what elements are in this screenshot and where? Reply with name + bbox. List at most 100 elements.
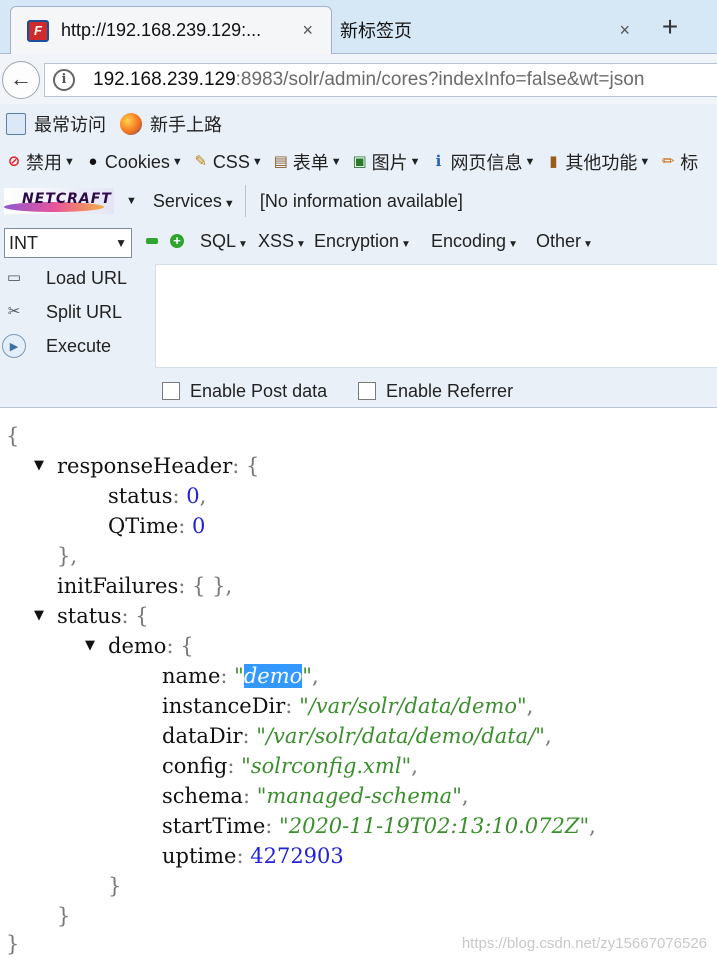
enable-post-data-checkbox[interactable]: Enable Post data xyxy=(162,378,327,404)
devbar-label: 表单 xyxy=(292,153,329,173)
json-viewer: { ▼ responseHeader: { status: 0, QTime: … xyxy=(0,408,717,960)
chevron-down-icon: ▼ xyxy=(171,156,183,168)
play-icon: ▶ xyxy=(2,334,26,358)
hackbar-url-textarea[interactable] xyxy=(155,264,717,368)
chevron-down-icon: ▼ xyxy=(524,156,536,168)
menu-label: Other xyxy=(536,231,582,251)
json-line-status-close: } xyxy=(57,904,71,928)
collapse-toggle-icon[interactable]: ▼ xyxy=(85,638,95,653)
json-line-name: name: "demo", xyxy=(162,664,319,688)
site-info-icon[interactable]: i xyxy=(53,69,75,91)
navigation-bar: ← i 192.168.239.129:8983/solr/admin/core… xyxy=(0,54,717,104)
tab-close-icon[interactable]: × xyxy=(619,20,630,41)
tab-title: http://192.168.239.129:... xyxy=(61,20,262,40)
checkbox-label: Enable Referrer xyxy=(386,380,514,401)
netcraft-toolbar: NETCRAFT ▼ Services ▼ [No information ava… xyxy=(0,180,717,222)
new-tab-button[interactable]: + xyxy=(650,10,690,46)
execute-button[interactable]: ▶ Execute xyxy=(0,329,150,363)
enable-referrer-checkbox[interactable]: Enable Referrer xyxy=(358,378,513,404)
split-url-button[interactable]: ✂ Split URL xyxy=(0,295,150,329)
hackbar-menu-encryption[interactable]: Encryption ▼ xyxy=(314,231,411,252)
page-icon xyxy=(6,113,26,135)
services-label: Services xyxy=(152,190,222,211)
json-line-uptime: uptime: 4272903 xyxy=(162,844,344,868)
book-icon: ▮ xyxy=(549,153,558,170)
url-bar[interactable]: i 192.168.239.129:8983/solr/admin/cores?… xyxy=(44,63,717,97)
devbar-disable[interactable]: ⊘ 禁用 ▼ xyxy=(4,149,75,175)
chevron-down-icon: ▼ xyxy=(238,239,248,250)
menu-label: Encryption xyxy=(314,231,400,251)
collapse-toggle-icon[interactable]: ▼ xyxy=(34,608,44,623)
selected-text: demo xyxy=(243,664,303,688)
checkbox-box[interactable] xyxy=(162,382,180,400)
checkbox-label: Enable Post data xyxy=(190,380,328,401)
devbar-page-info[interactable]: ℹ 网页信息 ▼ xyxy=(429,149,536,175)
netcraft-logo-text: NETCRAFT xyxy=(22,191,112,207)
increment-icon[interactable]: + xyxy=(170,234,184,248)
devbar-label: 其他功能 xyxy=(565,153,638,173)
bookmark-most-visited[interactable]: 最常访问 xyxy=(6,111,106,137)
hackbar-menu-other[interactable]: Other ▼ xyxy=(536,231,593,252)
hackbar-type-select[interactable]: INT ▼ xyxy=(4,228,132,258)
decrement-icon[interactable] xyxy=(146,238,158,244)
chevron-down-icon: ▼ xyxy=(330,156,342,168)
user-icon: ● xyxy=(88,153,98,170)
devbar-cookies[interactable]: ● Cookies ▼ xyxy=(83,152,183,173)
hackbar-menu-xss[interactable]: XSS ▼ xyxy=(258,231,306,252)
json-line-status-object: status: { xyxy=(57,604,149,628)
chevron-down-icon: ▼ xyxy=(251,156,263,168)
back-button[interactable]: ← xyxy=(2,61,40,99)
toolbar-divider xyxy=(244,185,246,217)
chevron-down-icon: ▼ xyxy=(508,239,518,250)
json-root-open: { xyxy=(6,424,20,448)
netcraft-logo[interactable]: NETCRAFT xyxy=(4,188,114,214)
netcraft-menu-arrow-icon[interactable]: ▼ xyxy=(126,195,137,207)
hackbar-menu-sql[interactable]: SQL ▼ xyxy=(200,231,248,252)
tab-close-icon[interactable]: × xyxy=(302,20,313,41)
chevron-down-icon: ▼ xyxy=(409,156,421,168)
tab-solr[interactable]: F http://192.168.239.129:... × xyxy=(10,6,332,54)
chevron-down-icon: ▼ xyxy=(639,156,651,168)
chevron-down-icon: ▼ xyxy=(401,239,411,250)
watermark: https://blog.csdn.net/zy15667076526 xyxy=(461,935,707,952)
firefox-icon xyxy=(120,113,142,135)
url-text[interactable]: 192.168.239.129:8983/solr/admin/cores?in… xyxy=(93,69,644,91)
checkbox-box[interactable] xyxy=(358,382,376,400)
devbar-images[interactable]: ▣ 图片 ▼ xyxy=(350,149,421,175)
json-line-instancedir: instanceDir: "/var/solr/data/demo", xyxy=(162,694,534,718)
devbar-css[interactable]: ✎ CSS ▼ xyxy=(191,152,263,173)
json-line-schema: schema: "managed-schema", xyxy=(162,784,469,808)
devbar-forms[interactable]: ▤ 表单 ▼ xyxy=(271,149,342,175)
chevron-down-icon: ▼ xyxy=(583,239,593,250)
menu-label: XSS xyxy=(258,231,295,251)
menu-label: Encoding xyxy=(431,231,507,251)
devbar-label: 标 xyxy=(680,153,699,173)
bookmark-label: 新手上路 xyxy=(150,115,222,135)
devbar-mark[interactable]: ✏ 标 xyxy=(658,149,698,175)
netcraft-site-info: [No information available] xyxy=(259,190,463,211)
chevron-down-icon: ▼ xyxy=(115,236,127,250)
split-url-label: Split URL xyxy=(46,301,123,322)
chevron-down-icon: ▼ xyxy=(296,239,306,250)
bookmark-getting-started[interactable]: 新手上路 xyxy=(120,111,222,137)
chevron-down-icon: ▼ xyxy=(64,156,75,168)
tab-new-tab-page[interactable]: 新标签页 × xyxy=(332,6,640,54)
select-value: INT xyxy=(9,233,38,253)
pencil-icon: ✏ xyxy=(661,153,675,170)
json-line-initfailures: initFailures: { }, xyxy=(57,574,233,598)
collapse-toggle-icon[interactable]: ▼ xyxy=(34,458,44,473)
json-root-close: } xyxy=(6,932,20,956)
devbar-label: 图片 xyxy=(371,153,408,173)
solr-favicon-icon: F xyxy=(27,19,49,42)
no-entry-icon: ⊘ xyxy=(7,153,21,170)
load-url-button[interactable]: ▭ Load URL xyxy=(0,261,150,295)
devbar-other[interactable]: ▮ 其他功能 ▼ xyxy=(543,149,650,175)
tab-title: 新标签页 xyxy=(340,21,412,41)
hackbar-menu-encoding[interactable]: Encoding ▼ xyxy=(431,231,518,252)
json-line-config: config: "solrconfig.xml", xyxy=(162,754,418,778)
json-line-starttime: startTime: "2020-11-19T02:13:10.072Z", xyxy=(162,814,596,838)
load-url-label: Load URL xyxy=(46,267,128,288)
devbar-label: CSS xyxy=(212,151,250,172)
json-line-status: status: 0, xyxy=(108,484,207,508)
netcraft-services-menu[interactable]: Services ▼ xyxy=(153,191,235,212)
